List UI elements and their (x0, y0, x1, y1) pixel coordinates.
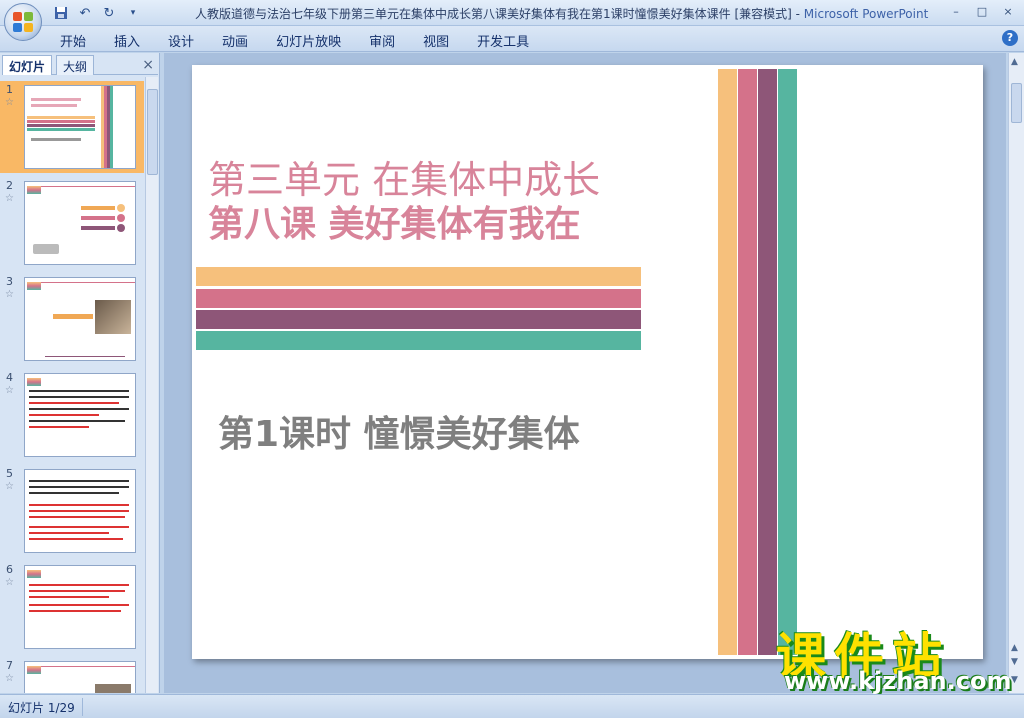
scrollbar-thumb[interactable] (147, 89, 158, 175)
slide-thumbnail-1[interactable]: 1 ☆ (0, 81, 144, 173)
slide-thumbnail-4[interactable]: 4 ☆ (0, 369, 144, 461)
tab-view[interactable]: 视图 (423, 31, 449, 50)
tab-review[interactable]: 审阅 (369, 31, 395, 50)
slide-preview (24, 181, 136, 265)
ribbon-tab-bar: 开始 插入 设计 动画 幻灯片放映 审阅 视图 开发工具 ? (0, 26, 1024, 52)
tab-animations[interactable]: 动画 (222, 31, 248, 50)
tab-design[interactable]: 设计 (168, 31, 194, 50)
slide-number: 1 (6, 83, 13, 96)
slide-thumbnails: 1 ☆ 2 ☆ 3 ☆ 4 ☆ 5 ☆ 6 ☆ 7 ☆ (0, 77, 144, 693)
help-icon[interactable]: ? (1002, 30, 1018, 46)
current-slide[interactable]: 第三单元 在集体中成长 第八课 美好集体有我在 第1课时 憧憬美好集体 (192, 65, 983, 659)
title-bar: ↶ ↻ ▾ 人教版道德与法治七年级下册第三单元在集体中成长第八课美好集体有我在第… (0, 0, 1024, 26)
slide-preview (24, 277, 136, 361)
horizontal-stripe-orange (196, 267, 641, 286)
transition-star-icon: ☆ (5, 577, 14, 588)
vertical-stripe-pink (738, 69, 757, 655)
editor-scrollbar[interactable]: ▲ ▲ ▼ ▼ (1008, 53, 1024, 693)
slide-preview (24, 469, 136, 553)
restore-button[interactable]: □ (970, 2, 994, 20)
scroll-up-icon[interactable]: ▲ (1011, 57, 1018, 67)
transition-star-icon: ☆ (5, 673, 14, 684)
app-name: Microsoft PowerPoint (803, 7, 929, 21)
horizontal-stripe-pink (196, 289, 641, 308)
status-bar: 幻灯片 1/29 (0, 694, 1024, 718)
period-title[interactable]: 第1课时 憧憬美好集体 (218, 405, 580, 457)
pane-tabs: 幻灯片 大纲 × (2, 55, 158, 75)
vertical-stripe-teal (778, 69, 797, 655)
transition-star-icon: ☆ (5, 193, 14, 204)
tab-home[interactable]: 开始 (60, 31, 86, 50)
tab-insert[interactable]: 插入 (114, 31, 140, 50)
slides-pane: 幻灯片 大纲 × 1 ☆ 2 ☆ 3 ☆ 4 ☆ 5 ☆ 6 ☆ 7 ☆ (0, 53, 160, 693)
lesson-title[interactable]: 第八课 美好集体有我在 (208, 195, 581, 247)
window-controls: – □ × (944, 2, 1020, 20)
close-icon[interactable]: × (142, 57, 154, 73)
tab-developer[interactable]: 开发工具 (477, 31, 529, 50)
tab-outline[interactable]: 大纲 (56, 55, 95, 75)
slide-counter: 幻灯片 1/29 (8, 701, 75, 715)
slide-number: 3 (6, 275, 13, 288)
slide-thumbnail-3[interactable]: 3 ☆ (0, 273, 144, 365)
vertical-stripe-purple (758, 69, 777, 655)
slide-preview (24, 661, 136, 693)
slide-preview (24, 373, 136, 457)
slide-preview (24, 85, 136, 169)
undo-icon[interactable]: ↶ (76, 4, 94, 22)
vertical-stripe-orange (718, 69, 737, 655)
horizontal-stripe-purple (196, 310, 641, 329)
status-divider (82, 698, 83, 716)
tab-slides[interactable]: 幻灯片 (2, 55, 53, 75)
slide-thumbnail-2[interactable]: 2 ☆ (0, 177, 144, 269)
save-icon[interactable] (52, 4, 70, 22)
thumbnail-scrollbar[interactable] (145, 77, 158, 693)
slide-editor: 第三单元 在集体中成长 第八课 美好集体有我在 第1课时 憧憬美好集体 (164, 53, 1006, 693)
transition-star-icon: ☆ (5, 385, 14, 396)
quick-access-toolbar: ↶ ↻ ▾ (52, 4, 142, 22)
horizontal-stripe-teal (196, 331, 641, 350)
scrollbar-thumb[interactable] (1011, 83, 1022, 123)
slide-number: 7 (6, 659, 13, 672)
ribbon-tabs: 开始 插入 设计 动画 幻灯片放映 审阅 视图 开发工具 (60, 31, 557, 50)
watermark-logo: 课件站 www.kjzhan.com (776, 617, 1011, 695)
slide-thumbnail-6[interactable]: 6 ☆ (0, 561, 144, 653)
redo-icon[interactable]: ↻ (100, 4, 118, 22)
transition-star-icon: ☆ (5, 481, 14, 492)
scroll-down-icon[interactable]: ▼ (1011, 675, 1018, 685)
chevron-down-icon[interactable]: ▾ (124, 4, 142, 22)
window-title: 人教版道德与法治七年级下册第三单元在集体中成长第八课美好集体有我在第1课时憧憬美… (195, 5, 928, 22)
transition-star-icon: ☆ (5, 97, 14, 108)
transition-star-icon: ☆ (5, 289, 14, 300)
slide-number: 5 (6, 467, 13, 480)
watermark-url: www.kjzhan.com (784, 667, 1012, 695)
document-title: 人教版道德与法治七年级下册第三单元在集体中成长第八课美好集体有我在第1课时憧憬美… (195, 7, 804, 21)
tab-slideshow[interactable]: 幻灯片放映 (276, 31, 341, 50)
slide-number: 6 (6, 563, 13, 576)
slide-number: 2 (6, 179, 13, 192)
previous-slide-icon[interactable]: ▲ (1011, 643, 1018, 653)
next-slide-icon[interactable]: ▼ (1011, 657, 1018, 667)
slide-number: 4 (6, 371, 13, 384)
slide-preview (24, 565, 136, 649)
slide-thumbnail-7[interactable]: 7 ☆ (0, 657, 144, 693)
close-button[interactable]: × (996, 2, 1020, 20)
office-logo-icon (13, 12, 33, 32)
slide-thumbnail-5[interactable]: 5 ☆ (0, 465, 144, 557)
office-button[interactable] (4, 3, 42, 41)
minimize-button[interactable]: – (944, 2, 968, 20)
